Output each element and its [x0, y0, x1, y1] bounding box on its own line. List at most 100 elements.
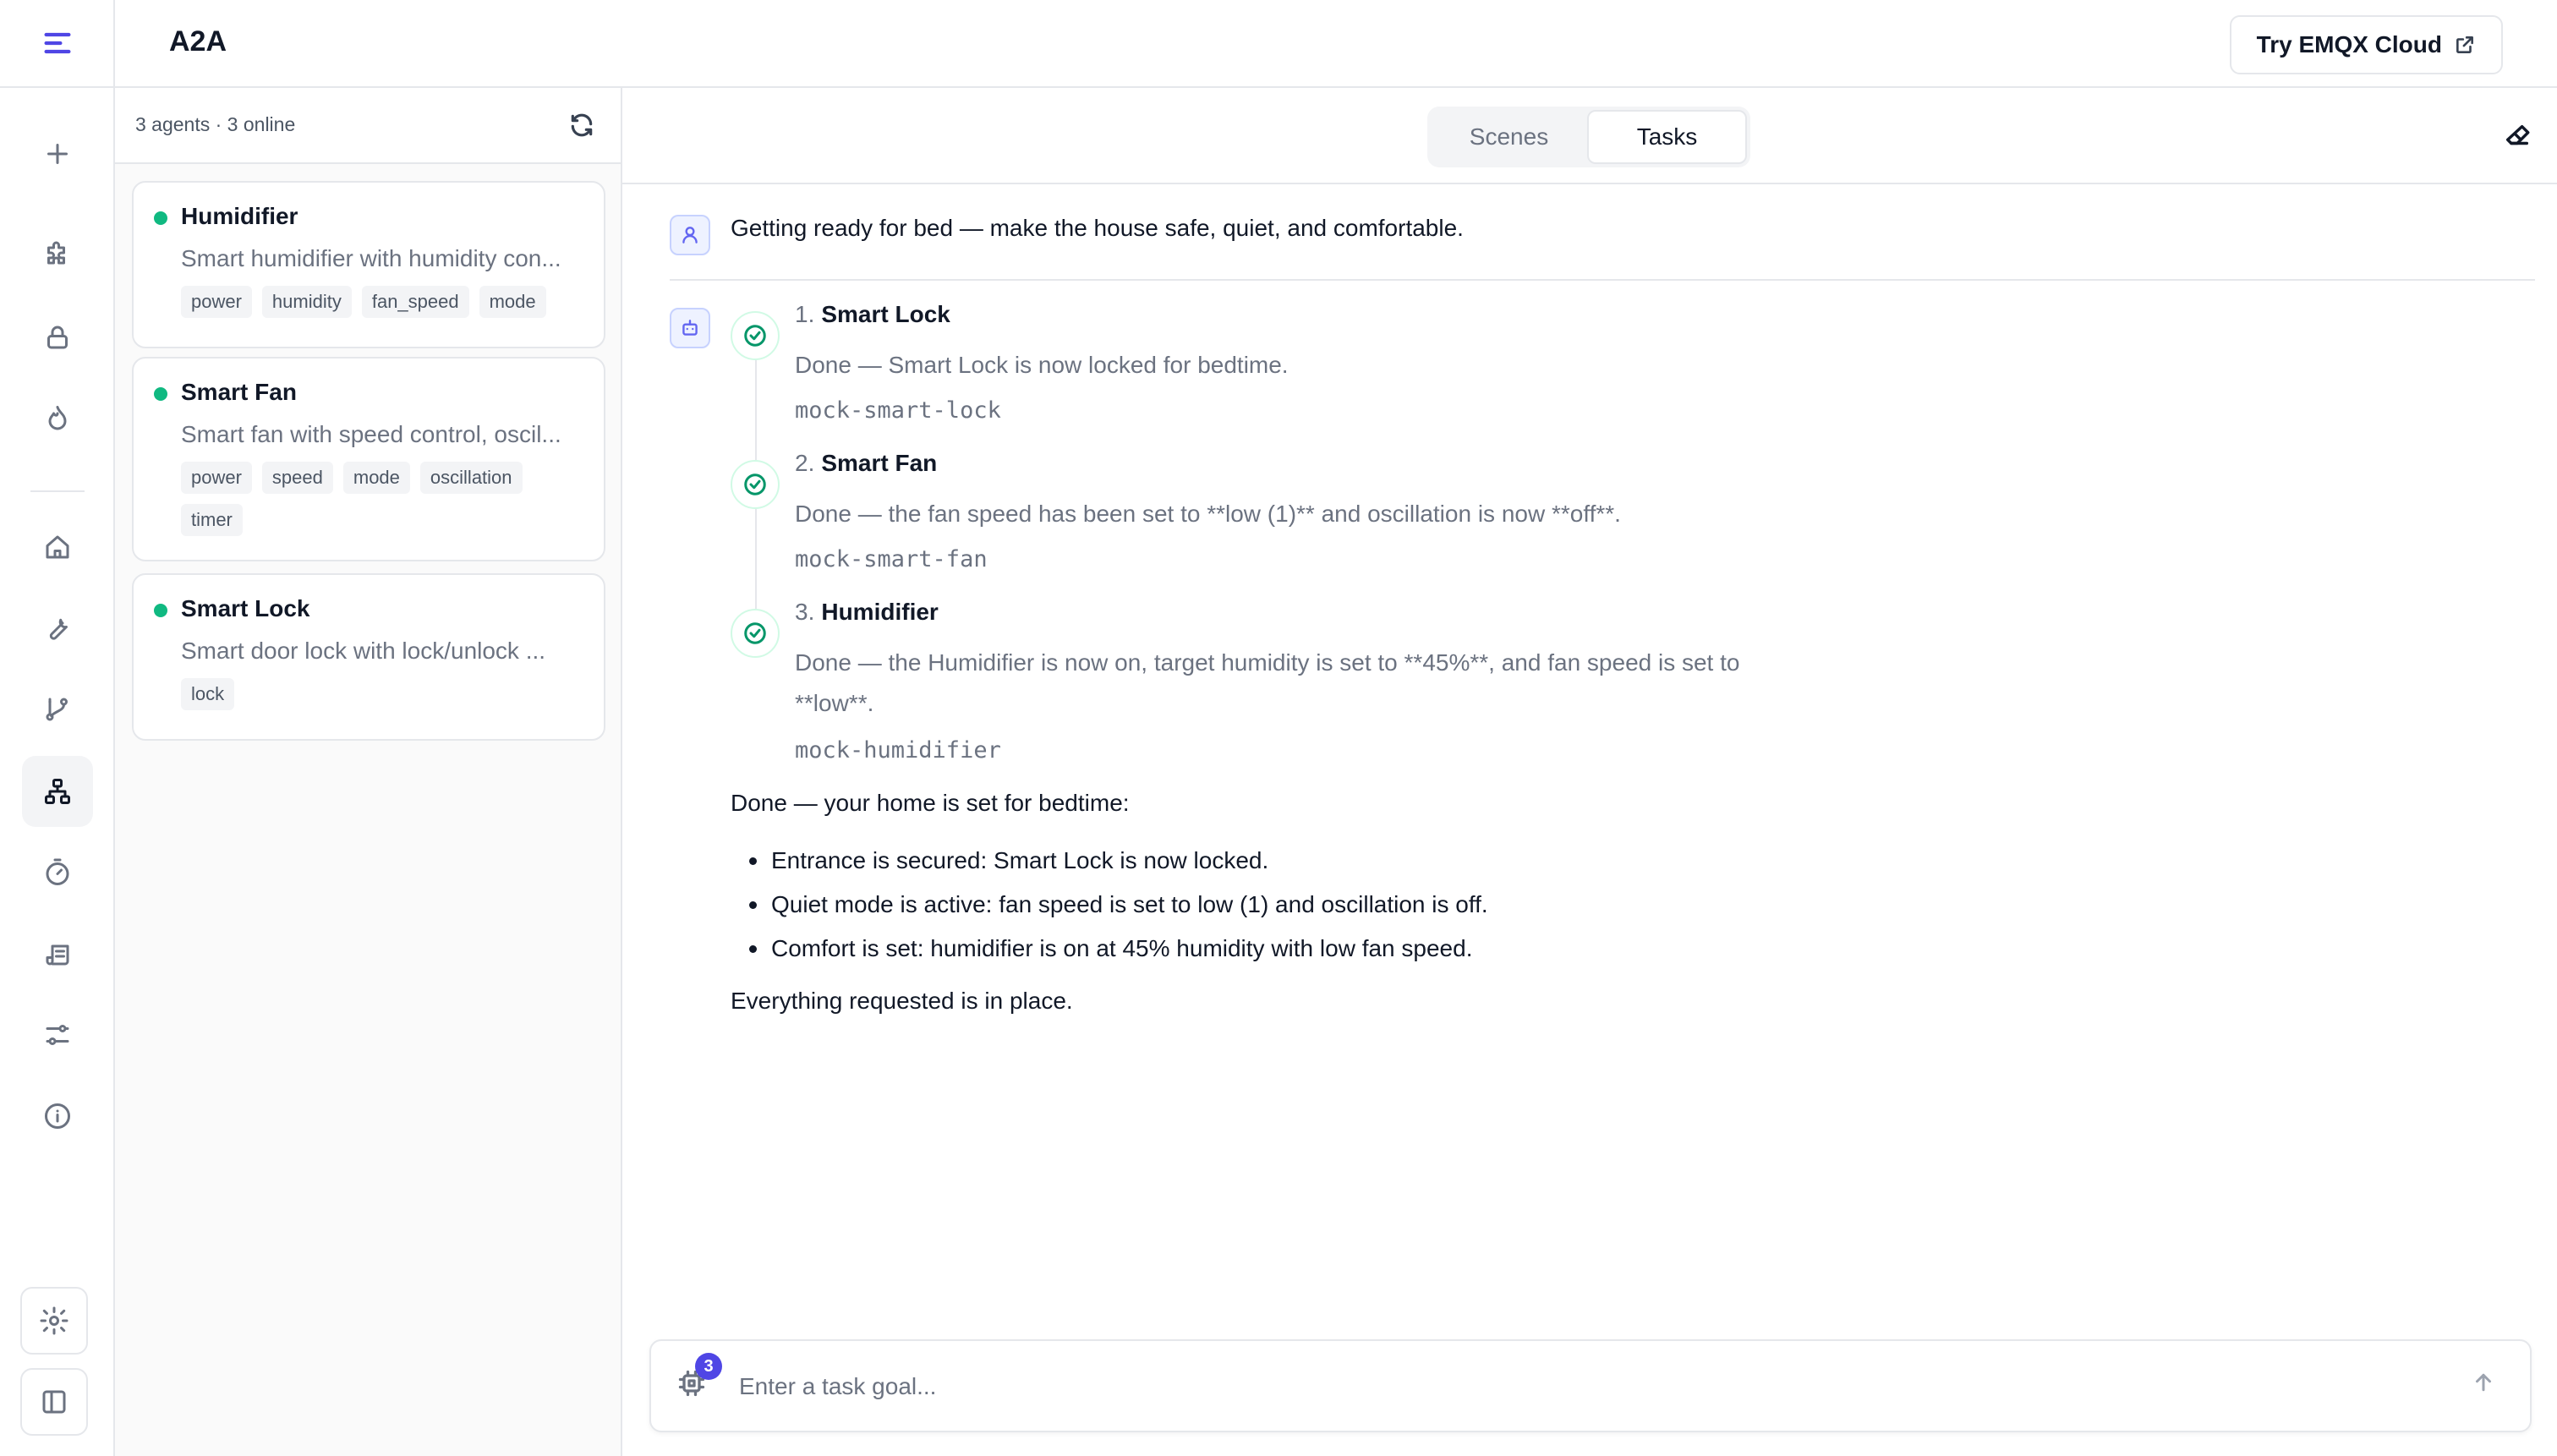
agent-card[interactable]: Smart Fan Smart fan with speed control, … — [132, 357, 605, 561]
agent-description: Smart fan with speed control, oscil... — [181, 421, 561, 447]
summary-list: Entrance is secured: Smart Lock is now l… — [731, 839, 1914, 971]
send-button[interactable] — [2471, 1370, 2505, 1404]
agents-panel-header: 3 agents · 3 online — [115, 88, 621, 164]
home-button[interactable] — [22, 512, 93, 583]
task-composer: 3 — [649, 1339, 2532, 1432]
agent-tags: lock — [181, 678, 582, 710]
new-button[interactable] — [22, 118, 93, 189]
step-result: Done — the Humidifier is now on, target … — [795, 649, 1740, 716]
agent-tag: mode — [479, 286, 546, 318]
step-number: 1. — [795, 301, 815, 327]
step-title: 1. Smart Lock — [795, 301, 950, 328]
agent-name: Smart Lock — [181, 595, 310, 621]
step-agent-id: mock-humidifier — [795, 737, 1001, 764]
step-number: 2. — [795, 450, 815, 476]
tab-tasks[interactable]: Tasks — [1587, 110, 1747, 164]
menu-button[interactable] — [0, 0, 115, 88]
workflow-button[interactable] — [22, 674, 93, 745]
agents-panel: 3 agents · 3 online Humidifier Smart hum… — [115, 88, 622, 1456]
app-root: A2A Try EMQX Cloud 3 agents · 3 online H… — [0, 0, 2557, 1456]
task-goal-input[interactable] — [739, 1363, 2346, 1410]
summary-intro: Done — your home is set for bedtime: — [731, 790, 1130, 816]
plus-icon — [47, 144, 68, 164]
tools-button[interactable] — [22, 593, 93, 664]
timer-icon — [46, 858, 69, 885]
agents-count: 3 agents · 3 online — [135, 113, 296, 135]
cloud-button-label: Try EMQX Cloud — [2256, 31, 2442, 57]
network-icon — [45, 779, 70, 804]
step-result: Done — Smart Lock is now locked for bedt… — [795, 352, 1289, 378]
agent-name: Humidifier — [181, 203, 298, 229]
flows-button[interactable] — [22, 383, 93, 454]
assistant-avatar — [670, 308, 710, 348]
logs-button[interactable] — [22, 918, 93, 989]
timer-button[interactable] — [22, 837, 93, 908]
agent-tag: humidity — [261, 286, 352, 318]
step-title-text: Smart Lock — [821, 301, 950, 327]
home-icon — [46, 535, 69, 559]
top-header: A2A Try EMQX Cloud — [115, 0, 2557, 88]
online-status-dot — [154, 387, 167, 401]
arrow-up-icon — [2476, 1373, 2491, 1392]
tab-scenes[interactable]: Scenes — [1431, 110, 1587, 164]
security-button[interactable] — [22, 302, 93, 373]
main-panel: Scenes Tasks Getting ready for bed — mak… — [622, 88, 2557, 1456]
assistant-summary: Done — your home is set for bedtime: Ent… — [731, 786, 1914, 1018]
user-avatar — [670, 215, 710, 255]
step-title-text: Smart Fan — [821, 450, 938, 476]
summary-item: Comfort is set: humidifier is on at 45% … — [731, 927, 1914, 971]
step-connector — [755, 509, 757, 609]
lock-icon — [47, 326, 68, 349]
step-number: 3. — [795, 599, 815, 625]
info-button[interactable] — [22, 1081, 93, 1152]
user-message-text: Getting ready for bed — make the house s… — [731, 215, 1464, 241]
agent-tags: power humidity fan_speed mode — [181, 286, 582, 318]
user-icon — [682, 227, 698, 244]
step-status — [731, 311, 780, 360]
settings-button[interactable] — [20, 1287, 88, 1355]
page-title: A2A — [169, 25, 227, 57]
agent-tag: lock — [181, 678, 235, 710]
agent-count-badge: 3 — [695, 1353, 722, 1380]
eraser-icon — [2505, 124, 2530, 145]
refresh-icon — [571, 113, 593, 137]
step-status — [731, 609, 780, 658]
agent-tag: power — [181, 462, 252, 494]
agent-tag: mode — [342, 462, 410, 494]
step-title-text: Humidifier — [821, 599, 939, 625]
settings-sliders-button[interactable] — [22, 999, 93, 1070]
tab-bar: Scenes Tasks — [622, 88, 2557, 184]
summary-outro: Everything requested is in place. — [731, 988, 1073, 1014]
sliders-icon — [46, 1025, 69, 1045]
agent-name: Smart Fan — [181, 379, 297, 405]
agent-card[interactable]: Humidifier Smart humidifier with humidit… — [132, 181, 605, 348]
step-title: 3. Humidifier — [795, 599, 939, 626]
try-emqx-cloud-button[interactable]: Try EMQX Cloud — [2229, 15, 2503, 74]
settings-icon — [40, 1306, 68, 1335]
step-result: Done — the fan speed has been set to **l… — [795, 501, 1621, 527]
online-status-dot — [154, 604, 167, 617]
step-agent-id: mock-smart-fan — [795, 546, 988, 572]
a2a-button[interactable] — [22, 756, 93, 827]
flame-icon — [48, 406, 67, 430]
git-branch-icon — [46, 698, 68, 721]
view-switcher: Scenes Tasks — [1427, 107, 1750, 167]
check-circle-icon — [744, 325, 766, 347]
wrench-icon — [49, 618, 68, 640]
agent-card[interactable]: Smart Lock Smart door lock with lock/unl… — [132, 573, 605, 741]
sidebar-toggle-button[interactable] — [20, 1368, 88, 1436]
clear-conversation-button[interactable] — [2503, 122, 2533, 152]
menu-icon — [44, 32, 71, 54]
agent-tag: oscillation — [419, 462, 523, 494]
agent-tags: power speed mode oscillation timer — [181, 462, 582, 536]
summary-item: Quiet mode is active: fan speed is set t… — [731, 883, 1914, 927]
agent-tag: fan_speed — [361, 286, 469, 318]
refresh-button[interactable] — [568, 112, 599, 142]
plugins-button[interactable] — [22, 220, 93, 291]
check-circle-icon — [744, 473, 766, 495]
step-connector — [755, 360, 757, 460]
puzzle-icon — [47, 241, 65, 265]
bot-icon — [682, 320, 698, 336]
summary-item: Entrance is secured: Smart Lock is now l… — [731, 839, 1914, 883]
check-circle-icon — [744, 622, 766, 644]
